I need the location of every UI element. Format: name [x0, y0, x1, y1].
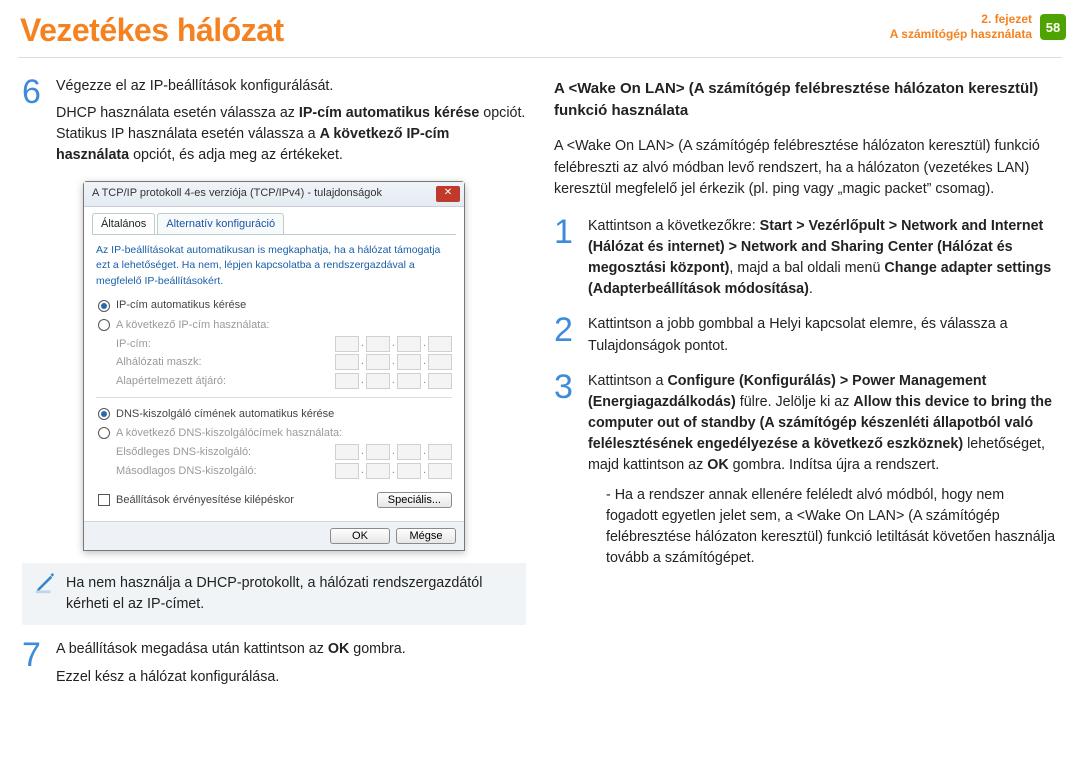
- field-dns-secondary: Másodlagos DNS-kiszolgáló: ...: [116, 463, 452, 479]
- left-column: 6 Végezze el az IP-beállítások konfigurá…: [22, 76, 526, 702]
- r-step-2-body: Kattintson a jobb gombbal a Helyi kapcso…: [588, 314, 1058, 356]
- step-6-body: Végezze el az IP-beállítások konfigurálá…: [56, 76, 526, 167]
- section-heading: A <Wake On LAN> (A számítógép felébreszt…: [554, 78, 1058, 122]
- dialog-footer: OK Mégse: [84, 521, 464, 550]
- mask-input[interactable]: ...: [335, 354, 452, 370]
- step-7-body: A beállítások megadása után kattintson a…: [56, 639, 526, 687]
- step-number: 3: [554, 371, 578, 569]
- dns1-input[interactable]: ...: [335, 444, 452, 460]
- checkbox-icon: [98, 494, 110, 506]
- tab-alternate[interactable]: Alternatív konfiguráció: [157, 213, 284, 234]
- right-column: A <Wake On LAN> (A számítógép felébreszt…: [554, 76, 1058, 702]
- tab-general[interactable]: Általános: [92, 213, 155, 234]
- dns2-input[interactable]: ...: [335, 463, 452, 479]
- radio-icon: [98, 319, 110, 331]
- radio-icon: [98, 427, 110, 439]
- page-number-badge: 58: [1040, 14, 1066, 40]
- ok-button[interactable]: OK: [330, 528, 390, 544]
- note-icon: [34, 573, 56, 595]
- step-number: 2: [554, 314, 578, 356]
- close-icon[interactable]: ✕: [436, 186, 460, 202]
- step-7-line-2: Ezzel kész a hálózat konfigurálása.: [56, 667, 526, 688]
- field-ip: IP-cím: ...: [116, 336, 452, 352]
- radio-manual-dns[interactable]: A következő DNS-kiszolgálócímek használa…: [98, 425, 452, 441]
- r-step-3-body: Kattintson a Configure (Konfigurálás) > …: [588, 371, 1058, 569]
- r-step-1: 1 Kattintson a következőkre: Start > Vez…: [554, 216, 1058, 301]
- field-subnet-mask: Alhálózati maszk: ...: [116, 354, 452, 370]
- dialog-info-text: Az IP-beállításokat automatikusan is meg…: [96, 243, 452, 290]
- r-step-3: 3 Kattintson a Configure (Konfigurálás) …: [554, 371, 1058, 569]
- gateway-input[interactable]: ...: [335, 373, 452, 389]
- chapter-line-2: A számítógép használata: [890, 27, 1032, 42]
- section-intro: A <Wake On LAN> (A számítógép felébreszt…: [554, 136, 1058, 199]
- radio-icon: [98, 408, 110, 420]
- dialog-tabs: Általános Alternatív konfiguráció: [92, 213, 456, 235]
- radio-auto-dns[interactable]: DNS-kiszolgáló címének automatikus kérés…: [98, 406, 452, 422]
- radio-auto-ip[interactable]: IP-cím automatikus kérése: [98, 297, 452, 313]
- step-number: 7: [22, 639, 46, 687]
- dialog-body: Az IP-beállításokat automatikusan is meg…: [84, 235, 464, 521]
- step-7: 7 A beállítások megadása után kattintson…: [22, 639, 526, 687]
- r-step-1-body: Kattintson a következőkre: Start > Vezér…: [588, 216, 1058, 301]
- chapter-meta: 2. fejezet A számítógép használata: [890, 12, 1032, 42]
- ip-input[interactable]: ...: [335, 336, 452, 352]
- field-default-gateway: Alapértelmezett átjáró: ...: [116, 373, 452, 389]
- radio-icon: [98, 300, 110, 312]
- r-step-3-subnote: - Ha a rendszer annak ellenére feléledt …: [606, 485, 1058, 570]
- dialog-titlebar: A TCP/IP protokoll 4-es verziója (TCP/IP…: [84, 182, 464, 207]
- page-title: Vezetékes hálózat: [20, 12, 284, 49]
- checkbox-validate-on-exit[interactable]: Beállítások érvényesítése kilépéskor: [98, 492, 294, 508]
- chapter-line-1: 2. fejezet: [890, 12, 1032, 27]
- page-header: Vezetékes hálózat 2. fejezet A számítógé…: [0, 0, 1080, 49]
- dialog-separator: [96, 397, 452, 398]
- dialog-window-buttons: ✕: [436, 186, 464, 202]
- advanced-button[interactable]: Speciális...: [377, 492, 452, 508]
- field-dns-primary: Elsődleges DNS-kiszolgáló: ...: [116, 444, 452, 460]
- note-text: Ha nem használja a DHCP-protokollt, a há…: [66, 573, 514, 615]
- header-right: 2. fejezet A számítógép használata 58: [890, 12, 1066, 42]
- r-step-2: 2 Kattintson a jobb gombbal a Helyi kapc…: [554, 314, 1058, 356]
- step-6-line-1: Végezze el az IP-beállítások konfigurálá…: [56, 76, 526, 97]
- step-6: 6 Végezze el az IP-beállítások konfigurá…: [22, 76, 526, 167]
- cancel-button[interactable]: Mégse: [396, 528, 456, 544]
- radio-manual-ip[interactable]: A következő IP-cím használata:: [98, 317, 452, 333]
- step-7-line-1: A beállítások megadása után kattintson a…: [56, 639, 526, 660]
- dialog-title: A TCP/IP protokoll 4-es verziója (TCP/IP…: [92, 185, 382, 201]
- step-number: 6: [22, 76, 46, 167]
- step-number: 1: [554, 216, 578, 301]
- step-6-line-2: DHCP használata esetén válassza az IP-cí…: [56, 103, 526, 166]
- ipv4-properties-dialog: A TCP/IP protokoll 4-es verziója (TCP/IP…: [83, 181, 465, 552]
- content: 6 Végezze el az IP-beállítások konfigurá…: [0, 58, 1080, 702]
- info-note: Ha nem használja a DHCP-protokollt, a há…: [22, 563, 526, 625]
